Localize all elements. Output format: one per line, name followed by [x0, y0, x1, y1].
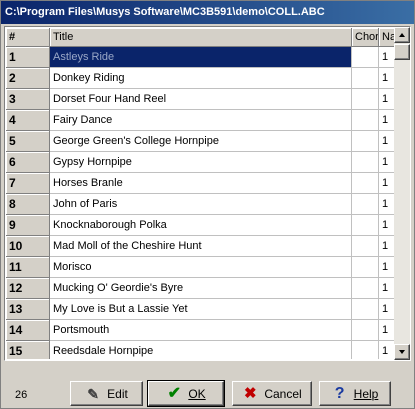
pencil-icon: ✎ [87, 385, 100, 402]
title-cell[interactable]: Mad Moll of the Cheshire Hunt [50, 236, 352, 257]
chord-cell[interactable] [352, 257, 379, 278]
row-number-cell[interactable]: 14 [6, 320, 50, 341]
scroll-thumb[interactable] [394, 44, 410, 60]
row-number-cell[interactable]: 1 [6, 47, 50, 68]
row-number-cell[interactable]: 11 [6, 257, 50, 278]
vertical-scrollbar[interactable] [394, 27, 410, 360]
help-button-label: Help [353, 386, 379, 401]
chord-cell[interactable] [352, 194, 379, 215]
arrow-up-icon [399, 33, 405, 37]
table-row[interactable]: 14 Portsmouth 1 [6, 320, 396, 341]
row-number-cell[interactable]: 9 [6, 215, 50, 236]
row-number-cell[interactable]: 5 [6, 131, 50, 152]
row-number-cell[interactable]: 6 [6, 152, 50, 173]
chord-cell[interactable] [352, 47, 379, 68]
chord-cell[interactable] [352, 320, 379, 341]
column-header-chord[interactable]: Chord [352, 28, 379, 47]
title-cell[interactable]: Astleys Ride [50, 47, 352, 68]
row-number-cell[interactable]: 10 [6, 236, 50, 257]
row-number-cell[interactable]: 2 [6, 68, 50, 89]
title-cell[interactable]: Portsmouth [50, 320, 352, 341]
row-number-cell[interactable]: 12 [6, 278, 50, 299]
cancel-button-label: Cancel [264, 386, 302, 401]
row-number-cell[interactable]: 3 [6, 89, 50, 110]
table-row[interactable]: 13 My Love is But a Lassie Yet 1 [6, 299, 396, 320]
question-mark-icon: ? [334, 384, 345, 402]
chord-cell[interactable] [352, 299, 379, 320]
grid-rows: 1 Astleys Ride 1 2 Donkey Riding 1 3 Dorset Fou… [6, 47, 396, 359]
chord-cell[interactable] [352, 341, 379, 359]
table-row[interactable]: 10 Mad Moll of the Cheshire Hunt 1 [6, 236, 396, 257]
chord-cell[interactable] [352, 131, 379, 152]
row-number-cell[interactable]: 15 [6, 341, 50, 359]
chord-cell[interactable] [352, 68, 379, 89]
chord-cell[interactable] [352, 278, 379, 299]
title-cell[interactable]: Knocknaborough Polka [50, 215, 352, 236]
table-row[interactable]: 8 John of Paris 1 [6, 194, 396, 215]
chord-cell[interactable] [352, 173, 379, 194]
chord-cell[interactable] [352, 152, 379, 173]
title-cell[interactable]: Dorset Four Hand Reel [50, 89, 352, 110]
scroll-down-button[interactable] [394, 344, 410, 360]
row-number-cell[interactable]: 8 [6, 194, 50, 215]
ok-button-label: OK [188, 386, 206, 401]
help-button[interactable]: ? Help [319, 381, 391, 406]
table-row[interactable]: 11 Morisco 1 [6, 257, 396, 278]
title-cell[interactable]: Reedsdale Hornpipe [50, 341, 352, 359]
ok-button[interactable]: ✔ OK [147, 380, 225, 407]
chord-cell[interactable] [352, 215, 379, 236]
table-row[interactable]: 7 Horses Branle 1 [6, 173, 396, 194]
table-row[interactable]: 15 Reedsdale Hornpipe 1 [6, 341, 396, 359]
title-cell[interactable]: Morisco [50, 257, 352, 278]
row-number-cell[interactable]: 7 [6, 173, 50, 194]
title-cell[interactable]: Mucking O' Geordie's Byre [50, 278, 352, 299]
title-cell[interactable]: My Love is But a Lassie Yet [50, 299, 352, 320]
table-row[interactable]: 2 Donkey Riding 1 [6, 68, 396, 89]
table-row[interactable]: 6 Gypsy Hornpipe 1 [6, 152, 396, 173]
chord-cell[interactable] [352, 89, 379, 110]
tune-grid[interactable]: # Title Chord Na 1Astleys Ride12Donkey R… [4, 26, 411, 361]
scroll-up-button[interactable] [394, 27, 410, 43]
table-row[interactable]: 5 George Green's College Hornpipe 1 [6, 131, 396, 152]
checkmark-icon: ✔ [167, 384, 182, 402]
arrow-down-icon [399, 350, 405, 354]
title-cell[interactable]: Horses Branle [50, 173, 352, 194]
dialog-window: C:\Program Files\Musys Software\MC3B591\… [0, 0, 415, 409]
table-row[interactable]: 12 Mucking O' Geordie's Byre 1 [6, 278, 396, 299]
edit-button-label: Edit [107, 386, 128, 401]
cancel-button[interactable]: ✖ Cancel [232, 381, 312, 406]
column-header-title[interactable]: Title [50, 28, 352, 47]
cross-icon: ✖ [244, 384, 257, 402]
table-row[interactable]: 1 Astleys Ride 1 [6, 47, 396, 68]
table-row[interactable]: 3 Dorset Four Hand Reel 1 [6, 89, 396, 110]
chord-cell[interactable] [352, 236, 379, 257]
title-cell[interactable]: George Green's College Hornpipe [50, 131, 352, 152]
row-number-cell[interactable]: 4 [6, 110, 50, 131]
title-cell[interactable]: Donkey Riding [50, 68, 352, 89]
title-cell[interactable]: Gypsy Hornpipe [50, 152, 352, 173]
table-row[interactable]: 9 Knocknaborough Polka 1 [6, 215, 396, 236]
column-header-number[interactable]: # [6, 28, 50, 47]
chord-cell[interactable] [352, 110, 379, 131]
title-cell[interactable]: Fairy Dance [50, 110, 352, 131]
edit-button[interactable]: ✎ Edit [70, 381, 143, 406]
table-row[interactable]: 4 Fairy Dance 1 [6, 110, 396, 131]
title-cell[interactable]: John of Paris [50, 194, 352, 215]
grid-header: # Title Chord Na [6, 28, 396, 47]
grid-viewport: # Title Chord Na 1Astleys Ride12Donkey R… [6, 28, 396, 359]
window-title: C:\Program Files\Musys Software\MC3B591\… [1, 1, 414, 24]
row-number-cell[interactable]: 13 [6, 299, 50, 320]
tune-count: 26 [15, 389, 28, 401]
